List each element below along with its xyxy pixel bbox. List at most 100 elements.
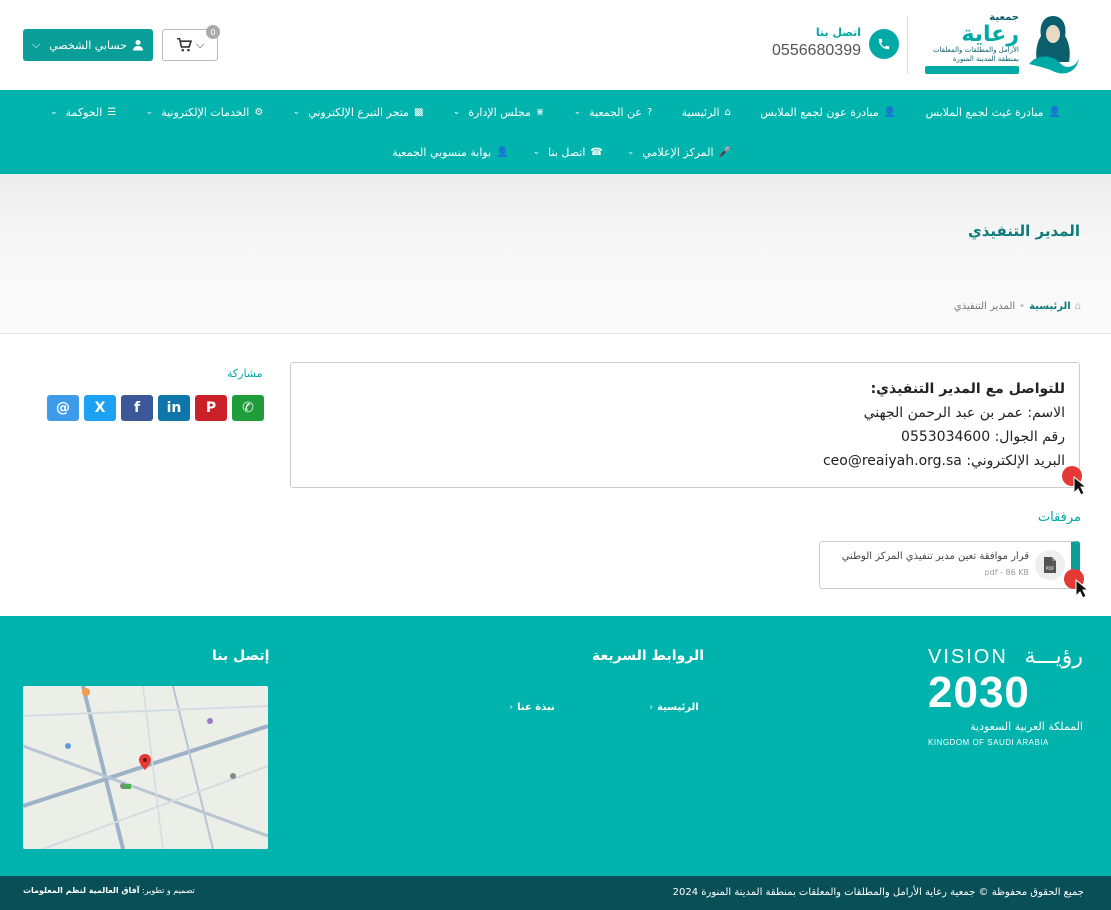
nav-item[interactable]: ⌂ الرئيسية	[682, 104, 731, 120]
header-contact[interactable]: اتصل بنا 0556680399	[759, 26, 899, 66]
x-share-icon[interactable]: X	[84, 395, 116, 421]
nav-item-label: الخدمات الإلكترونية	[161, 105, 250, 119]
footer-bottom-bar: جميع الحقوق محفوظة © جمعية رعاية الأرامل…	[0, 876, 1111, 910]
user-icon: 👤	[883, 106, 897, 118]
facebook-share-icon[interactable]: f	[121, 395, 153, 421]
nav-item-label: المركز الإعلامي	[642, 145, 714, 159]
logo-line1: الأرامل والمطلقات والمعلقات	[932, 46, 1019, 54]
list-icon: ☰	[107, 106, 117, 118]
account-button[interactable]: حسابي الشخصي ⌵	[23, 29, 153, 61]
contact-email: البريد الإلكتروني: ceo@reaiyah.org.sa	[822, 453, 1065, 469]
design-credit[interactable]: تصميم و تطوير: آفاق العالمية لنظم المعلو…	[23, 886, 195, 895]
design-company: آفاق العالمية لنظم المعلومات	[23, 886, 140, 895]
nav-item-label: بوابة منسوبي الجمعية	[392, 145, 492, 159]
nav-item-label: مبادرة غيث لجمع الملابس	[925, 105, 1044, 119]
contact-mobile: رقم الجوال: 0553034600	[901, 429, 1065, 445]
vision-word-ar: رؤيـــة	[1024, 644, 1083, 669]
design-prefix: تصميم و تطوير:	[142, 886, 195, 895]
vision-2030-logo: VISION رؤيـــة 2030 المملكة العربية السع…	[928, 644, 1083, 751]
nav-item[interactable]: ⋇ مجلس الإدارة ⌄	[453, 104, 544, 120]
quick-link-label: نبذة عنا	[517, 702, 555, 713]
logo-big-text: رعاية	[961, 22, 1019, 47]
vision-year: 2030	[928, 668, 1030, 717]
vision-word-en: VISION	[928, 646, 1008, 668]
attachment-name: قرار موافقة تعين مدير تنفيذي المركز الوط…	[841, 551, 1029, 562]
quick-link-about[interactable]: نبذة عنا ‹	[509, 702, 555, 713]
nav-item[interactable]: ? عن الجمعية ⌄	[574, 104, 653, 120]
mic-icon: 🎤	[718, 146, 731, 158]
home-icon: ⌂	[1074, 301, 1081, 312]
sitemap-icon: ⋇	[535, 106, 545, 118]
share-buttons: @ Xf in P ✆	[47, 395, 264, 421]
chevron-down-icon: ⌄	[292, 107, 301, 117]
executive-contact-box: للتواصل مع المدير التنفيذي: الاسم: عمر ب…	[290, 362, 1080, 488]
chevron-down-icon: ⌄	[626, 147, 635, 157]
email-share-icon[interactable]: @	[47, 395, 79, 421]
chevron-down-icon: ⌄	[145, 107, 154, 117]
header-divider	[907, 16, 908, 74]
nav-item-label: مجلس الإدارة	[468, 105, 531, 119]
nav-item[interactable]: 👤 بوابة منسوبي الجمعية	[392, 144, 509, 160]
quick-links-title: الروابط السريعة	[592, 648, 705, 664]
contact-heading: للتواصل مع المدير التنفيذي:	[870, 381, 1065, 397]
logo-line2: بمنطقة المدينة المنورة	[952, 55, 1019, 63]
site-logo[interactable]: جمعية رعاية الأرامل والمطلقات والمعلقات …	[925, 12, 1081, 78]
chevron-down-icon: ⌵	[195, 38, 205, 51]
cursor-icon	[1062, 466, 1087, 495]
nav-item[interactable]: ▩ متجر التبرع الإلكتروني ⌄	[293, 104, 424, 120]
logo-strip	[925, 66, 1019, 74]
card-icon: ▩	[413, 106, 424, 118]
nav-row-2: 🎤 المركز الإعلامي ⌄ ☎ اتصل بنا ⌄ 👤 بوابة منسوبي…	[392, 144, 731, 160]
nav-item[interactable]: ☎ اتصل بنا ⌄	[533, 144, 603, 160]
svg-text:PDF: PDF	[1046, 566, 1055, 572]
nav-item[interactable]: ☰ الحوكمة ⌄	[50, 104, 116, 120]
user-icon: 👤	[1048, 106, 1061, 118]
nav-item[interactable]: ⚙ الخدمات الإلكترونية ⌄	[146, 104, 264, 120]
nav-row-1: 👤 مبادرة غيث لجمع الملابس 👤 مبادرة عون لجمع…	[50, 104, 1061, 120]
nav-item[interactable]: 👤 مبادرة غيث لجمع الملابس	[926, 104, 1061, 120]
chevron-down-icon: ⌄	[573, 107, 582, 117]
logo-figure-icon	[1029, 16, 1079, 74]
breadcrumb-home[interactable]: الرئيسية	[1029, 301, 1071, 312]
chevron-down-icon: ⌵	[32, 38, 41, 51]
chevron-down-icon: ⌄	[532, 147, 541, 157]
site-footer: VISION رؤيـــة 2030 المملكة العربية السع…	[0, 616, 1111, 876]
cursor-icon	[1064, 569, 1089, 598]
question-icon: ?	[646, 106, 653, 118]
linkedin-share-icon[interactable]: in	[158, 395, 190, 421]
top-header: جمعية رعاية الأرامل والمطلقات والمعلقات …	[0, 0, 1111, 90]
whatsapp-share-icon[interactable]: ✆	[232, 395, 264, 421]
main-nav: 👤 مبادرة غيث لجمع الملابس 👤 مبادرة عون لجمع…	[0, 90, 1111, 174]
breadcrumb-current: المدير التنفيذي	[953, 301, 1016, 312]
nav-item-label: الرئيسية	[681, 105, 720, 119]
page-title: المدير التنفيذي	[967, 222, 1080, 240]
account-label: حسابي الشخصي	[49, 38, 127, 52]
attachments-title: مرفقات	[1037, 510, 1081, 525]
attachment-meta: pdf - 86 KB	[984, 568, 1029, 577]
phone-icon: ☎	[590, 146, 603, 158]
footer-contact-title: إتصل بنا	[212, 648, 270, 664]
chevron-down-icon: ⌄	[50, 107, 58, 117]
nav-item[interactable]: 🎤 المركز الإعلامي ⌄	[627, 144, 731, 160]
location-map[interactable]	[23, 686, 268, 849]
nav-item-label: اتصل بنا	[548, 145, 586, 159]
vision-kingdom-en: KINGDOM OF SAUDI ARABIA	[928, 738, 1049, 747]
cart-count-badge: 0	[206, 25, 220, 39]
pdf-file-icon: PDF	[1035, 550, 1065, 580]
attachment-file[interactable]: PDF قرار موافقة تعين مدير تنفيذي المركز …	[819, 541, 1080, 589]
page-banner: المدير التنفيذي ⌂ الرئيسية • المدير التن…	[0, 174, 1111, 334]
cart-icon	[176, 38, 192, 52]
home-icon: ⌂	[724, 106, 731, 118]
copyright-text: جميع الحقوق محفوظة © جمعية رعاية الأرامل…	[672, 887, 1084, 898]
user-icon: 👤	[496, 146, 509, 158]
nav-item[interactable]: 👤 مبادرة عون لجمع الملابس	[760, 104, 896, 120]
chevron-down-icon: ⌄	[452, 107, 461, 117]
chevron-left-icon: ‹	[509, 702, 514, 713]
pinterest-share-icon[interactable]: P	[195, 395, 227, 421]
nav-item-label: مبادرة عون لجمع الملابس	[760, 105, 879, 119]
contact-number[interactable]: 0556680399	[772, 42, 861, 60]
quick-link-home[interactable]: الرئيسية ‹	[649, 702, 699, 713]
gears-icon: ⚙	[254, 106, 264, 118]
share-title: مشاركة	[227, 367, 263, 380]
contact-label: اتصل بنا	[815, 26, 861, 39]
